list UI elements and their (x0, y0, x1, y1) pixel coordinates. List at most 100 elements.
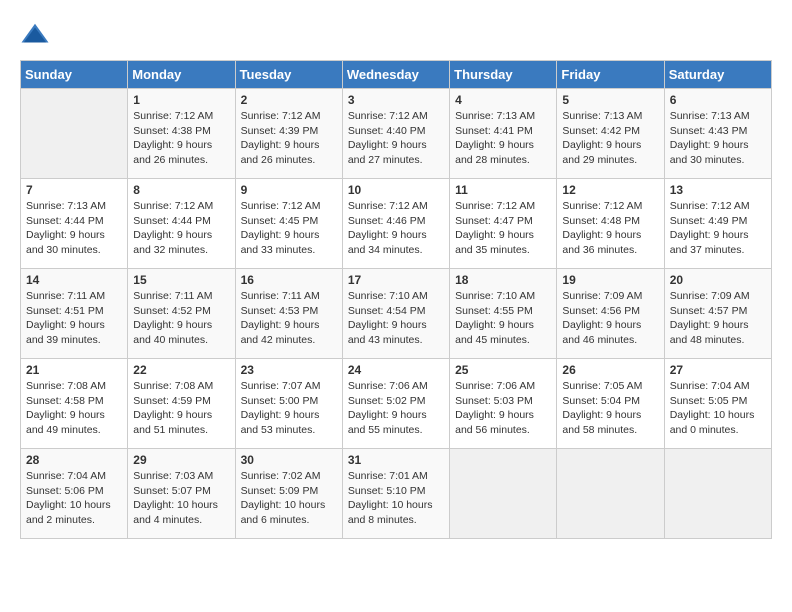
day-number: 22 (133, 363, 229, 377)
day-number: 2 (241, 93, 337, 107)
day-info: Sunrise: 7:08 AM Sunset: 4:59 PM Dayligh… (133, 379, 229, 438)
day-cell: 5Sunrise: 7:13 AM Sunset: 4:42 PM Daylig… (557, 89, 664, 179)
day-cell: 13Sunrise: 7:12 AM Sunset: 4:49 PM Dayli… (664, 179, 771, 269)
day-cell: 6 Sunrise: 7:13 AM Sunset: 4:43 PM Daylig… (664, 89, 771, 179)
col-header-saturday: Saturday (664, 61, 771, 89)
day-number: 25 (455, 363, 551, 377)
day-cell: 25 Sunrise: 7:06 AM Sunset: 5:03 PM Dayli… (450, 359, 557, 449)
day-info: Sunrise: 7:13 AM Sunset: 4:43 PM Dayligh… (670, 109, 766, 168)
day-info: Sunrise: 7:13 AM Sunset: 4:41 PM Dayligh… (455, 109, 551, 168)
day-cell: 2Sunrise: 7:12 AM Sunset: 4:39 PM Daylig… (235, 89, 342, 179)
day-cell: 29 Sunrise: 7:03 AM Sunset: 5:07 PM Dayli… (128, 449, 235, 539)
day-info: Sunrise: 7:11 AM Sunset: 4:52 PM Dayligh… (133, 289, 229, 348)
day-cell: 27 Sunrise: 7:04 AM Sunset: 5:05 PM Dayli… (664, 359, 771, 449)
day-number: 21 (26, 363, 122, 377)
col-header-thursday: Thursday (450, 61, 557, 89)
day-info: Sunrise: 7:02 AM Sunset: 5:09 PM Dayligh… (241, 469, 337, 528)
week-row-2: 7 Sunrise: 7:13 AM Sunset: 4:44 PM Daylig… (21, 179, 772, 269)
day-info: Sunrise: 7:12 AM Sunset: 4:45 PM Dayligh… (241, 199, 337, 258)
week-row-1: 1 Sunrise: 7:12 AM Sunset: 4:38 PM Daylig… (21, 89, 772, 179)
day-info: Sunrise: 7:12 AM Sunset: 4:44 PM Dayligh… (133, 199, 229, 258)
day-number: 3 (348, 93, 444, 107)
col-header-tuesday: Tuesday (235, 61, 342, 89)
day-cell: 30 Sunrise: 7:02 AM Sunset: 5:09 PM Dayli… (235, 449, 342, 539)
day-info: Sunrise: 7:09 AM Sunset: 4:57 PM Dayligh… (670, 289, 766, 348)
day-number: 12 (562, 183, 658, 197)
day-info: Sunrise: 7:10 AM Sunset: 4:55 PM Dayligh… (455, 289, 551, 348)
day-info: Sunrise: 7:06 AM Sunset: 5:03 PM Dayligh… (455, 379, 551, 438)
day-cell: 19Sunrise: 7:09 AM Sunset: 4:56 PM Dayli… (557, 269, 664, 359)
day-cell: 23Sunrise: 7:07 AM Sunset: 5:00 PM Dayli… (235, 359, 342, 449)
day-number: 27 (670, 363, 766, 377)
day-number: 13 (670, 183, 766, 197)
page-header (20, 20, 772, 50)
day-number: 8 (133, 183, 229, 197)
day-number: 4 (455, 93, 551, 107)
day-info: Sunrise: 7:03 AM Sunset: 5:07 PM Dayligh… (133, 469, 229, 528)
day-number: 10 (348, 183, 444, 197)
day-info: Sunrise: 7:05 AM Sunset: 5:04 PM Dayligh… (562, 379, 658, 438)
day-cell: 26Sunrise: 7:05 AM Sunset: 5:04 PM Dayli… (557, 359, 664, 449)
day-number: 9 (241, 183, 337, 197)
day-number: 30 (241, 453, 337, 467)
col-header-friday: Friday (557, 61, 664, 89)
week-row-3: 14 Sunrise: 7:11 AM Sunset: 4:51 PM Dayli… (21, 269, 772, 359)
col-header-monday: Monday (128, 61, 235, 89)
day-cell: 10Sunrise: 7:12 AM Sunset: 4:46 PM Dayli… (342, 179, 449, 269)
day-info: Sunrise: 7:04 AM Sunset: 5:05 PM Dayligh… (670, 379, 766, 438)
day-number: 15 (133, 273, 229, 287)
logo (20, 20, 54, 50)
day-cell (557, 449, 664, 539)
day-cell: 3Sunrise: 7:12 AM Sunset: 4:40 PM Daylig… (342, 89, 449, 179)
day-info: Sunrise: 7:11 AM Sunset: 4:51 PM Dayligh… (26, 289, 122, 348)
day-cell: 7 Sunrise: 7:13 AM Sunset: 4:44 PM Daylig… (21, 179, 128, 269)
header-row: SundayMondayTuesdayWednesdayThursdayFrid… (21, 61, 772, 89)
day-cell: 8 Sunrise: 7:12 AM Sunset: 4:44 PM Daylig… (128, 179, 235, 269)
day-info: Sunrise: 7:06 AM Sunset: 5:02 PM Dayligh… (348, 379, 444, 438)
day-info: Sunrise: 7:11 AM Sunset: 4:53 PM Dayligh… (241, 289, 337, 348)
day-cell (664, 449, 771, 539)
calendar-table: SundayMondayTuesdayWednesdayThursdayFrid… (20, 60, 772, 539)
day-number: 20 (670, 273, 766, 287)
week-row-5: 28 Sunrise: 7:04 AM Sunset: 5:06 PM Dayli… (21, 449, 772, 539)
day-number: 28 (26, 453, 122, 467)
col-header-wednesday: Wednesday (342, 61, 449, 89)
day-cell: 24Sunrise: 7:06 AM Sunset: 5:02 PM Dayli… (342, 359, 449, 449)
logo-icon (20, 20, 50, 50)
day-cell: 4 Sunrise: 7:13 AM Sunset: 4:41 PM Daylig… (450, 89, 557, 179)
day-cell: 21 Sunrise: 7:08 AM Sunset: 4:58 PM Dayli… (21, 359, 128, 449)
day-cell: 12 Sunrise: 7:12 AM Sunset: 4:48 PM Dayli… (557, 179, 664, 269)
day-cell: 15 Sunrise: 7:11 AM Sunset: 4:52 PM Dayli… (128, 269, 235, 359)
day-cell (21, 89, 128, 179)
day-info: Sunrise: 7:08 AM Sunset: 4:58 PM Dayligh… (26, 379, 122, 438)
day-info: Sunrise: 7:12 AM Sunset: 4:38 PM Dayligh… (133, 109, 229, 168)
day-number: 1 (133, 93, 229, 107)
day-cell: 1 Sunrise: 7:12 AM Sunset: 4:38 PM Daylig… (128, 89, 235, 179)
day-info: Sunrise: 7:04 AM Sunset: 5:06 PM Dayligh… (26, 469, 122, 528)
day-number: 18 (455, 273, 551, 287)
day-info: Sunrise: 7:13 AM Sunset: 4:44 PM Dayligh… (26, 199, 122, 258)
day-number: 29 (133, 453, 229, 467)
day-cell: 31 Sunrise: 7:01 AM Sunset: 5:10 PM Dayli… (342, 449, 449, 539)
day-number: 31 (348, 453, 444, 467)
day-cell (450, 449, 557, 539)
day-info: Sunrise: 7:07 AM Sunset: 5:00 PM Dayligh… (241, 379, 337, 438)
day-info: Sunrise: 7:01 AM Sunset: 5:10 PM Dayligh… (348, 469, 444, 528)
day-cell: 16 Sunrise: 7:11 AM Sunset: 4:53 PM Dayli… (235, 269, 342, 359)
day-cell: 17 Sunrise: 7:10 AM Sunset: 4:54 PM Dayli… (342, 269, 449, 359)
week-row-4: 21 Sunrise: 7:08 AM Sunset: 4:58 PM Dayli… (21, 359, 772, 449)
day-cell: 9 Sunrise: 7:12 AM Sunset: 4:45 PM Daylig… (235, 179, 342, 269)
day-number: 16 (241, 273, 337, 287)
day-cell: 28 Sunrise: 7:04 AM Sunset: 5:06 PM Dayli… (21, 449, 128, 539)
day-info: Sunrise: 7:12 AM Sunset: 4:48 PM Dayligh… (562, 199, 658, 258)
day-cell: 11Sunrise: 7:12 AM Sunset: 4:47 PM Dayli… (450, 179, 557, 269)
day-number: 17 (348, 273, 444, 287)
day-number: 11 (455, 183, 551, 197)
day-cell: 14 Sunrise: 7:11 AM Sunset: 4:51 PM Dayli… (21, 269, 128, 359)
day-number: 6 (670, 93, 766, 107)
day-number: 7 (26, 183, 122, 197)
col-header-sunday: Sunday (21, 61, 128, 89)
day-number: 14 (26, 273, 122, 287)
day-info: Sunrise: 7:09 AM Sunset: 4:56 PM Dayligh… (562, 289, 658, 348)
day-info: Sunrise: 7:10 AM Sunset: 4:54 PM Dayligh… (348, 289, 444, 348)
